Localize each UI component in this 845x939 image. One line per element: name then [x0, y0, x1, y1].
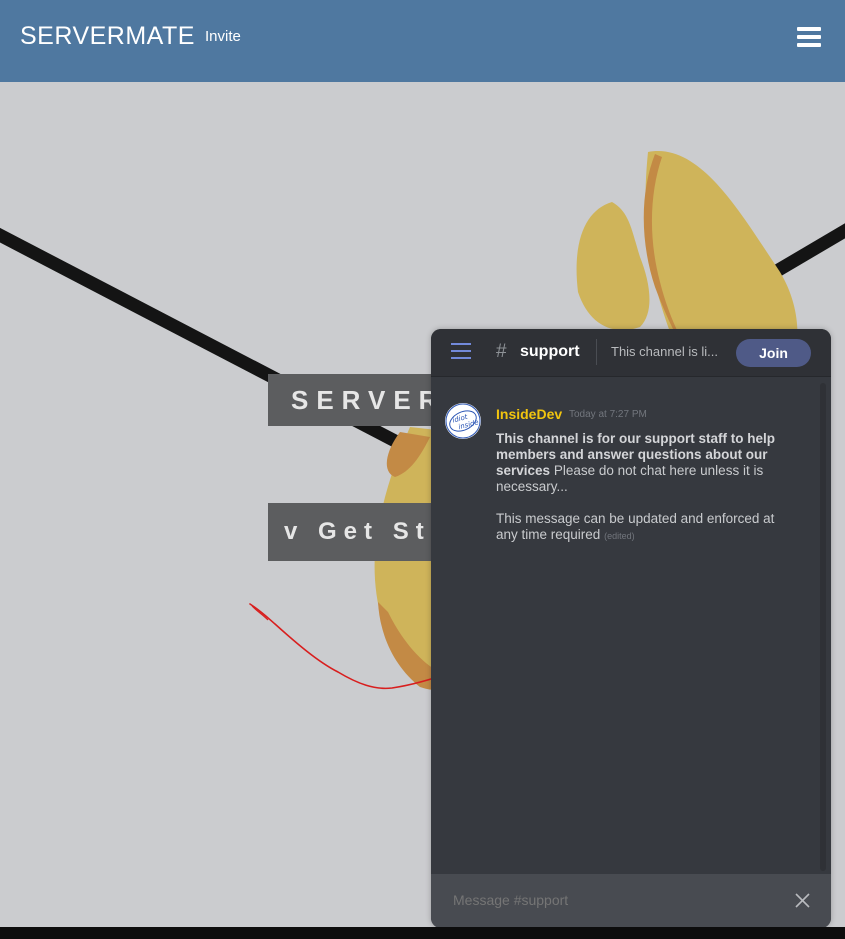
menu-icon[interactable]: [451, 343, 471, 359]
channel-topic[interactable]: This channel is li...: [611, 344, 721, 359]
avatar-logo-icon: idiot inside: [445, 403, 481, 439]
brand-logo[interactable]: SERVERMATE: [20, 22, 195, 51]
hero-title: SERVERMATE: [268, 374, 448, 426]
join-button[interactable]: Join: [736, 339, 811, 367]
edited-marker: (edited): [604, 531, 635, 541]
message-composer: [431, 874, 831, 928]
user-avatar[interactable]: idiot inside: [445, 403, 481, 439]
get-started-button[interactable]: v Get Started: [268, 503, 448, 561]
hamburger-icon[interactable]: [797, 27, 821, 47]
chat-widget: # support This channel is li... Join idi…: [431, 329, 831, 928]
widget-header: # support This channel is li... Join: [431, 329, 831, 377]
header-divider: [596, 339, 597, 365]
nav-invite-link[interactable]: Invite: [205, 28, 241, 45]
message-author[interactable]: InsideDev: [496, 406, 562, 422]
message-text-2: This message can be updated and enforced…: [496, 511, 775, 542]
channel-name: support: [520, 343, 580, 360]
hash-icon: #: [496, 341, 507, 362]
message-paragraph-2: This message can be updated and enforced…: [496, 511, 796, 544]
message-input[interactable]: [453, 892, 753, 908]
message-list: idiot inside InsideDev Today at 7:27 PM …: [431, 377, 821, 873]
scrollbar[interactable]: [820, 383, 826, 871]
top-navbar: SERVERMATE Invite: [0, 0, 845, 82]
message-paragraph: This channel is for our support staff to…: [496, 431, 796, 495]
footer-strip: [0, 927, 845, 939]
message-content: This channel is for our support staff to…: [496, 431, 796, 544]
message-timestamp: Today at 7:27 PM: [569, 409, 647, 420]
close-icon[interactable]: [795, 893, 810, 908]
